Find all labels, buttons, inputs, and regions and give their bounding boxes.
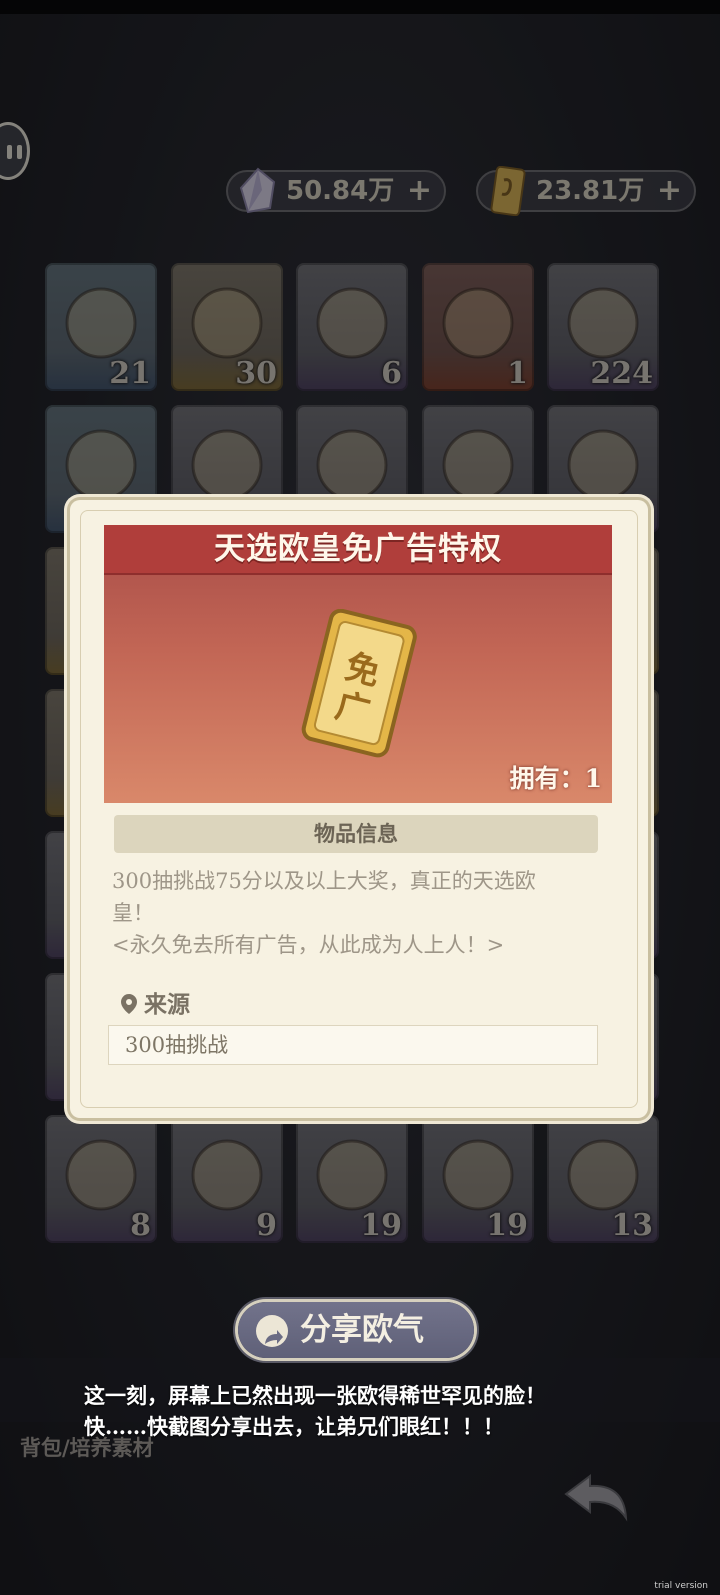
- owned-count: 拥有：1: [509, 764, 602, 793]
- location-pin-icon: [121, 994, 137, 1014]
- back-arrow-icon[interactable]: [560, 1472, 632, 1524]
- description-line: <永久免去所有广告，从此成为人上人！>: [112, 933, 505, 957]
- description-line: 300抽挑战75分以及以上大奖，真正的天选欧: [112, 869, 536, 893]
- share-button[interactable]: 分享欧气: [238, 1302, 474, 1358]
- watermark: trial version: [654, 1581, 708, 1591]
- item-title: 天选欧皇免广告特权: [214, 531, 502, 567]
- source-label-text: 来源: [144, 991, 190, 1018]
- share-label: 分享欧气: [300, 1312, 424, 1348]
- bag-tab-label[interactable]: 背包/培养素材: [20, 1432, 154, 1462]
- source-label: 来源: [120, 990, 190, 1020]
- item-description: 300抽挑战75分以及以上大奖，真正的天选欧 皇！ <永久免去所有广告，从此成为…: [112, 865, 598, 961]
- item-hero-panel: 天选欧皇免广告特权 免 广 拥有：1: [104, 525, 612, 803]
- source-value[interactable]: 300抽挑战: [108, 1025, 598, 1065]
- item-info-header: 物品信息: [114, 815, 598, 853]
- ad-free-ticket-icon: 免 广: [301, 609, 417, 758]
- description-line: 皇！: [112, 901, 154, 925]
- caption-line: 这一刻，屏幕上已然出现一张欧得稀世罕见的脸！: [84, 1383, 546, 1408]
- share-arrow-icon: [256, 1315, 288, 1347]
- item-detail-modal: 天选欧皇免广告特权 免 广 拥有：1 物品信息 300抽挑战75分以及以上大奖，…: [70, 500, 648, 1118]
